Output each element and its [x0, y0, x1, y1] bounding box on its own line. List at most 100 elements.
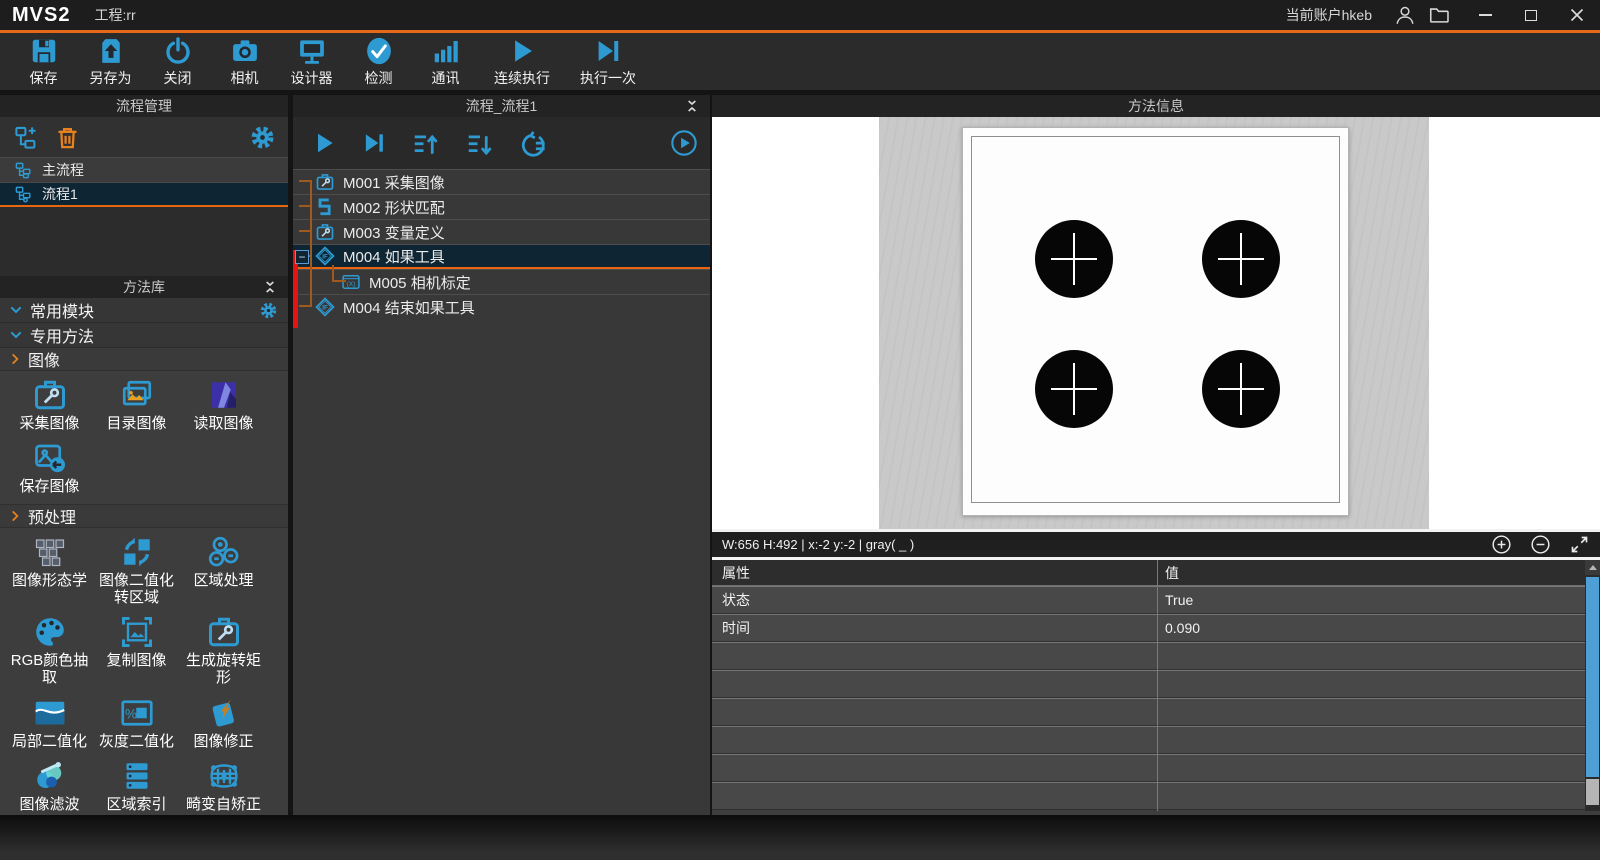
group-dedicated-methods[interactable]: 专用方法	[0, 323, 288, 348]
gray-binarize-icon: %	[119, 695, 155, 731]
step-flow-icon[interactable]	[361, 130, 387, 156]
category-image[interactable]: 图像	[0, 348, 288, 371]
collapse-panel-icon[interactable]	[262, 279, 278, 295]
property-table-header: 属性 值	[712, 560, 1600, 586]
maximize-button[interactable]	[1508, 0, 1554, 30]
designer-button[interactable]: 设计器	[278, 33, 345, 90]
table-row[interactable]	[712, 726, 1600, 754]
move-down-icon[interactable]	[465, 130, 495, 156]
tree-connector	[332, 265, 334, 281]
minimize-button[interactable]	[1462, 0, 1508, 30]
run-once-button[interactable]: 执行一次	[565, 33, 651, 90]
lib-item[interactable]: 图像滤波	[6, 756, 93, 813]
method-info-header: 方法信息	[712, 95, 1600, 117]
image-viewer-canvas[interactable]	[712, 117, 1600, 529]
camera-button[interactable]: 相机	[211, 33, 278, 90]
collapse-panel-icon[interactable]	[684, 98, 700, 114]
property-table: 属性 值 状态True 时间0.090	[712, 560, 1600, 815]
endif-tool-icon: IF	[315, 297, 335, 317]
lib-item[interactable]: 畸变自矫正	[180, 756, 267, 813]
shape-match-icon	[315, 197, 335, 217]
move-up-icon[interactable]	[411, 130, 441, 156]
table-scrollbar[interactable]	[1585, 560, 1600, 811]
add-flow-icon[interactable]	[13, 124, 40, 151]
calibration-dot	[1035, 350, 1113, 428]
lib-item[interactable]: 局部二值化	[6, 693, 93, 750]
table-row[interactable]	[712, 670, 1600, 698]
chevron-right-icon	[8, 509, 22, 523]
project-label: 工程:rr	[94, 5, 135, 25]
flow-node-m005[interactable]: (X) M005 相机标定	[293, 269, 710, 294]
lib-item[interactable]: 采集图像	[6, 375, 93, 432]
delete-flow-icon[interactable]	[54, 124, 81, 151]
table-row[interactable]	[712, 754, 1600, 782]
play-icon	[507, 36, 537, 66]
lib-item[interactable]: 图像形态学	[6, 532, 93, 607]
flow-node-m001[interactable]: M001 采集图像	[293, 169, 710, 194]
fit-view-icon[interactable]	[1569, 534, 1590, 555]
if-tool-icon: IF	[315, 246, 335, 266]
table-row[interactable]	[712, 698, 1600, 726]
flow-node-m004-endif[interactable]: IF M004 结束如果工具	[293, 294, 710, 319]
account-label: 当前账户hkeb	[1286, 5, 1372, 25]
run-flow-icon[interactable]	[311, 130, 337, 156]
lib-item[interactable]: 生成旋转矩形	[180, 612, 267, 687]
copy-image-icon	[119, 614, 155, 650]
flow-item-flow1[interactable]: 流程1	[0, 182, 288, 207]
table-row[interactable]	[712, 642, 1600, 670]
close-button[interactable]	[1554, 0, 1600, 30]
flow-node-m004-if[interactable]: − IF M004 如果工具	[293, 244, 710, 269]
table-row[interactable]: 时间0.090	[712, 614, 1600, 642]
zoom-out-icon[interactable]	[1530, 534, 1551, 555]
table-row[interactable]: 状态True	[712, 586, 1600, 614]
lib-item[interactable]: 保存图像	[6, 438, 93, 495]
flow-edit-panel: 流程_流程1	[293, 95, 710, 815]
detect-button[interactable]: 检测	[345, 33, 412, 90]
flow-item-main[interactable]: 主流程	[0, 157, 288, 182]
region-index-icon	[119, 758, 155, 794]
run-selected-icon[interactable]	[670, 129, 698, 157]
flow-settings-gear-icon[interactable]	[249, 124, 276, 151]
lib-item[interactable]: 图像修正	[180, 693, 267, 750]
loop-flow-icon[interactable]	[519, 130, 549, 156]
lib-item[interactable]: 目录图像	[93, 375, 180, 432]
calibration-dot	[1202, 220, 1280, 298]
collapse-node-toggle[interactable]: −	[295, 250, 309, 264]
tree-connector	[310, 181, 312, 307]
lib-item[interactable]: 图像二值化转区域	[93, 532, 180, 607]
window-bottom-strip	[0, 815, 1600, 860]
folder-icon[interactable]	[1428, 4, 1450, 26]
chevron-down-icon	[8, 302, 24, 318]
lib-item[interactable]: 读取图像	[180, 375, 267, 432]
save-icon	[29, 36, 59, 66]
check-circle-icon	[364, 36, 394, 66]
lib-item[interactable]: %灰度二值化	[93, 693, 180, 750]
zoom-in-icon[interactable]	[1491, 534, 1512, 555]
lib-item[interactable]: RGB颜色抽取	[6, 612, 93, 687]
lib-item[interactable]: 复制图像	[93, 612, 180, 687]
group-common-modules[interactable]: 常用模块	[0, 298, 288, 323]
directory-image-icon	[119, 377, 155, 413]
flow-node-m003[interactable]: M003 变量定义	[293, 219, 710, 244]
library-gear-icon[interactable]	[259, 301, 278, 320]
communication-button[interactable]: 通讯	[412, 33, 479, 90]
category-preprocess[interactable]: 预处理	[0, 505, 288, 528]
close-project-button[interactable]: 关闭	[144, 33, 211, 90]
scrollbar-thumb[interactable]	[1586, 577, 1599, 777]
flow-node-m002[interactable]: M002 形状匹配	[293, 194, 710, 219]
run-continuous-button[interactable]: 连续执行	[479, 33, 565, 90]
user-icon[interactable]	[1394, 4, 1416, 26]
svg-text:IF: IF	[322, 253, 328, 260]
image-correct-icon	[206, 695, 242, 731]
briefcase-icon	[315, 172, 335, 192]
binarize-to-region-icon	[119, 534, 155, 570]
svg-text:%: %	[124, 706, 136, 721]
save-as-button[interactable]: 另存为	[77, 33, 144, 90]
lib-item[interactable]: 区域索引	[93, 756, 180, 813]
scroll-up-arrow[interactable]	[1585, 560, 1600, 575]
lib-item[interactable]: 区域处理	[180, 532, 267, 607]
table-row[interactable]	[712, 782, 1600, 810]
save-button[interactable]: 保存	[10, 33, 77, 90]
briefcase-icon	[315, 222, 335, 242]
scrollbar-track-end	[1586, 779, 1599, 805]
